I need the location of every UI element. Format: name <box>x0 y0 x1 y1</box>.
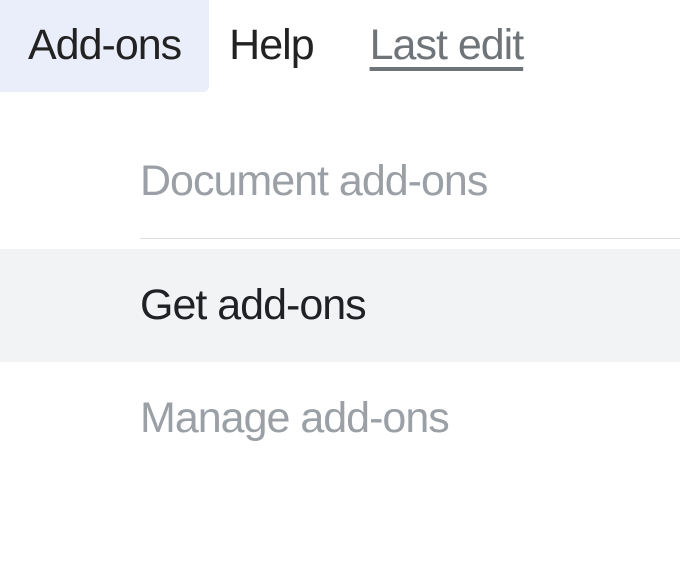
menubar: Add-ons Help Last edit <box>0 0 680 90</box>
menu-addons[interactable]: Add-ons <box>0 0 209 92</box>
document-addons-label: Document add-ons <box>140 157 487 205</box>
get-addons-label: Get add-ons <box>140 281 366 329</box>
dropdown-item-manage-addons[interactable]: Manage add-ons <box>0 362 680 475</box>
addons-dropdown: Document add-ons Get add-ons Manage add-… <box>0 125 680 475</box>
menu-addons-label: Add-ons <box>28 21 181 69</box>
menu-help[interactable]: Help <box>209 0 341 92</box>
menu-last-edit-label: Last edit <box>370 21 524 69</box>
dropdown-item-get-addons[interactable]: Get add-ons <box>0 249 680 362</box>
dropdown-item-document-addons: Document add-ons <box>0 125 680 238</box>
menu-last-edit[interactable]: Last edit <box>342 0 524 92</box>
dropdown-spacer <box>0 239 680 249</box>
manage-addons-label: Manage add-ons <box>140 394 449 442</box>
menu-help-label: Help <box>229 21 313 69</box>
